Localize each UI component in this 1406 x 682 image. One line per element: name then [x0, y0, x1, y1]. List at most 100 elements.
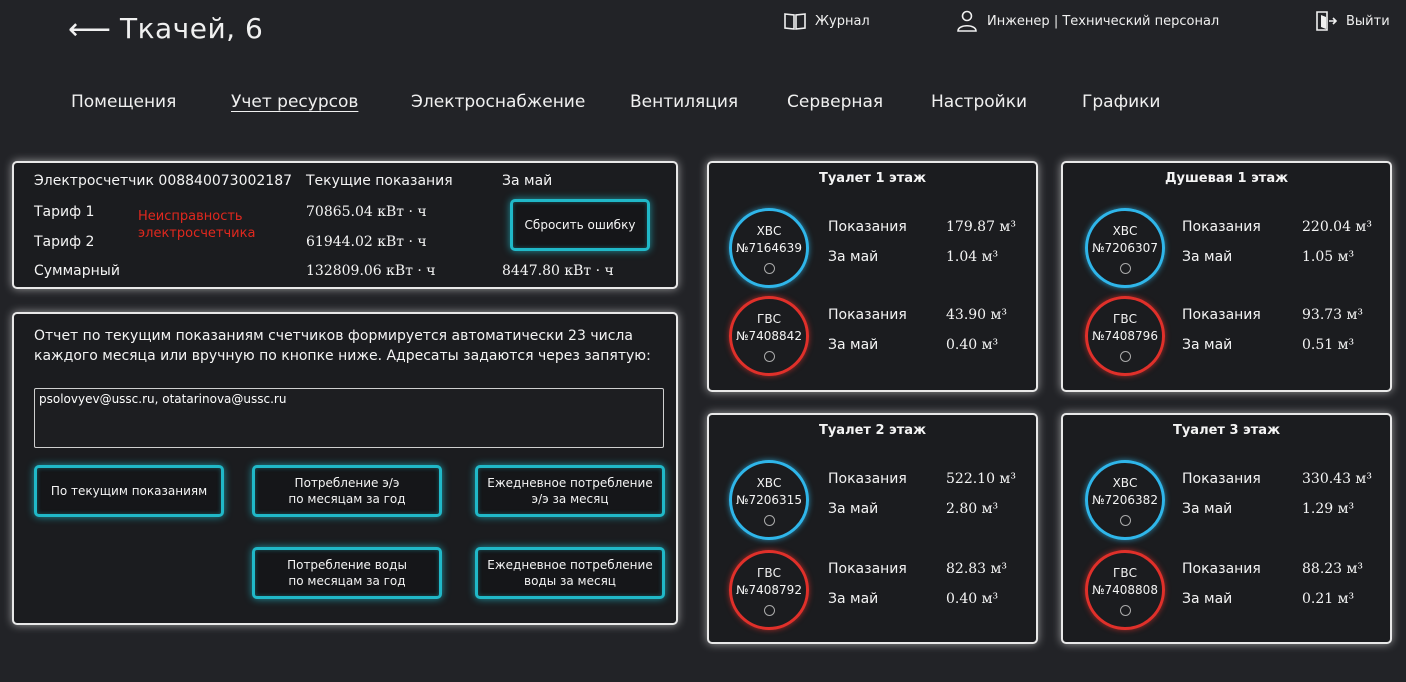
reading-value: 330.43 м³	[1302, 471, 1372, 487]
reading-value: 522.10 м³	[946, 471, 1016, 487]
meter-type: ХВС	[1112, 223, 1138, 238]
current-readings-header: Текущие показания	[306, 173, 453, 189]
reading-label: Показания	[828, 471, 907, 487]
reading-value: 43.90 м³	[946, 307, 1008, 323]
status-indicator-icon	[1119, 262, 1131, 274]
error-line-2: электросчетчика	[138, 226, 256, 241]
room-title: Туалет 2 этаж	[818, 423, 927, 438]
meter-number: №7408808	[1092, 582, 1158, 597]
journal-link[interactable]: Журнал	[783, 10, 870, 32]
month-value: 1.29 м³	[1302, 501, 1355, 517]
tab-settings[interactable]: Настройки	[931, 92, 1027, 112]
hot-water-meter[interactable]: ГВС №7408842	[729, 296, 809, 376]
report-panel: Отчет по текущим показаниям счетчиков фо…	[12, 312, 678, 625]
meter-type: ГВС	[1113, 565, 1137, 580]
tab-charts[interactable]: Графики	[1082, 92, 1160, 112]
month-label: За май	[828, 501, 879, 517]
tariff2-label: Тариф 2	[34, 234, 95, 250]
meter-number: №7408842	[736, 328, 802, 343]
status-indicator-icon	[1119, 514, 1131, 526]
report-water-yearly-button[interactable]: Потребление воды по месяцам за год	[252, 547, 442, 599]
meter-type: ХВС	[756, 475, 782, 490]
page-title: Ткачей, 6	[120, 12, 264, 45]
tab-server-room[interactable]: Серверная	[787, 92, 883, 112]
tariff2-value: 61944.02 кВт · ч	[306, 234, 427, 250]
total-value: 132809.06 кВт · ч	[306, 263, 436, 279]
room-panel: Душевая 1 этаж ХВС №7206307 Показания 22…	[1061, 161, 1392, 392]
reading-label: Показания	[1182, 219, 1261, 235]
tab-power-supply[interactable]: Электроснабжение	[411, 92, 585, 112]
month-value: 1.04 м³	[946, 249, 999, 265]
cold-water-meter[interactable]: ХВС №7206382	[1085, 460, 1165, 540]
user-icon	[957, 10, 977, 32]
reading-label: Показания	[1182, 307, 1261, 323]
month-value: 2.80 м³	[946, 501, 999, 517]
report-recipients-input[interactable]: psolovyev@ussc.ru, otatarinova@ussc.ru	[34, 388, 664, 448]
month-label: За май	[1182, 337, 1233, 353]
report-current-readings-button[interactable]: По текущим показаниям	[34, 465, 224, 517]
reading-label: Показания	[828, 307, 907, 323]
month-label: За май	[828, 591, 879, 607]
meter-type: ХВС	[756, 223, 782, 238]
reading-value: 82.83 м³	[946, 561, 1008, 577]
meter-number: №7206307	[1092, 240, 1158, 255]
hot-water-meter[interactable]: ГВС №7408792	[729, 550, 809, 630]
meter-type: ГВС	[757, 565, 781, 580]
reading-label: Показания	[828, 219, 907, 235]
report-energy-yearly-button[interactable]: Потребление э/э по месяцам за год	[252, 465, 442, 517]
meter-number: №7164639	[736, 240, 802, 255]
report-energy-daily-button[interactable]: Ежедневное потребление э/э за месяц	[475, 465, 665, 517]
hot-water-meter[interactable]: ГВС №7408808	[1085, 550, 1165, 630]
back-arrow-icon[interactable]: ⟵	[68, 12, 111, 47]
cold-water-meter[interactable]: ХВС №7164639	[729, 208, 809, 288]
month-label: За май	[1182, 249, 1233, 265]
meter-number: №7206382	[1092, 492, 1158, 507]
month-label: За май	[828, 337, 879, 353]
month-label: За май	[1182, 591, 1233, 607]
total-label: Суммарный	[34, 263, 120, 279]
reading-label: Показания	[1182, 471, 1261, 487]
user-label: Инженер | Технический персонал	[987, 13, 1220, 29]
user-profile[interactable]: Инженер | Технический персонал	[955, 10, 1219, 32]
reading-label: Показания	[828, 561, 907, 577]
meter-type: ГВС	[757, 311, 781, 326]
room-title: Туалет 3 этаж	[1172, 423, 1281, 438]
month-value: 0.51 м³	[1302, 337, 1355, 353]
meter-number: №7408796	[1092, 328, 1158, 343]
hot-water-meter[interactable]: ГВС №7408796	[1085, 296, 1165, 376]
status-indicator-icon	[763, 350, 775, 362]
book-icon	[784, 13, 806, 30]
reading-value: 179.87 м³	[946, 219, 1016, 235]
room-title: Туалет 1 этаж	[818, 171, 927, 186]
meter-number: №7408792	[736, 582, 802, 597]
journal-label: Журнал	[815, 13, 870, 29]
main-nav: Помещения Учет ресурсов Электроснабжение…	[0, 92, 1406, 114]
tariff1-value: 70865.04 кВт · ч	[306, 204, 427, 220]
tab-resource-accounting[interactable]: Учет ресурсов	[231, 92, 358, 112]
tab-ventilation[interactable]: Вентиляция	[630, 92, 738, 112]
month-value: 0.40 м³	[946, 337, 999, 353]
cold-water-meter[interactable]: ХВС №7206315	[729, 460, 809, 540]
room-panel: Туалет 1 этаж ХВС №7164639 Показания 179…	[707, 161, 1038, 392]
electricity-meter-panel: Электросчетчик 008840073002187 Текущие п…	[12, 161, 678, 289]
reading-label: Показания	[1182, 561, 1261, 577]
logout-button[interactable]: Выйти	[1314, 10, 1390, 32]
cold-water-meter[interactable]: ХВС №7206307	[1085, 208, 1165, 288]
report-water-daily-button[interactable]: Ежедневное потребление воды за месяц	[475, 547, 665, 599]
month-total-value: 8447.80 кВт · ч	[502, 263, 614, 279]
status-indicator-icon	[1119, 604, 1131, 616]
month-value: 0.40 м³	[946, 591, 999, 607]
status-indicator-icon	[1119, 350, 1131, 362]
month-value: 1.05 м³	[1302, 249, 1355, 265]
tab-rooms[interactable]: Помещения	[71, 92, 176, 112]
logout-icon	[1316, 11, 1338, 31]
electricity-meter-label: Электросчетчик 008840073002187	[34, 173, 293, 189]
reset-error-button[interactable]: Сбросить ошибку	[510, 199, 650, 251]
meter-number: №7206315	[736, 492, 802, 507]
meter-type: ХВС	[1112, 475, 1138, 490]
meter-error-text: Неисправность электросчетчика	[138, 208, 255, 242]
status-indicator-icon	[763, 514, 775, 526]
reading-value: 220.04 м³	[1302, 219, 1372, 235]
logout-label: Выйти	[1346, 13, 1390, 29]
status-indicator-icon	[763, 604, 775, 616]
